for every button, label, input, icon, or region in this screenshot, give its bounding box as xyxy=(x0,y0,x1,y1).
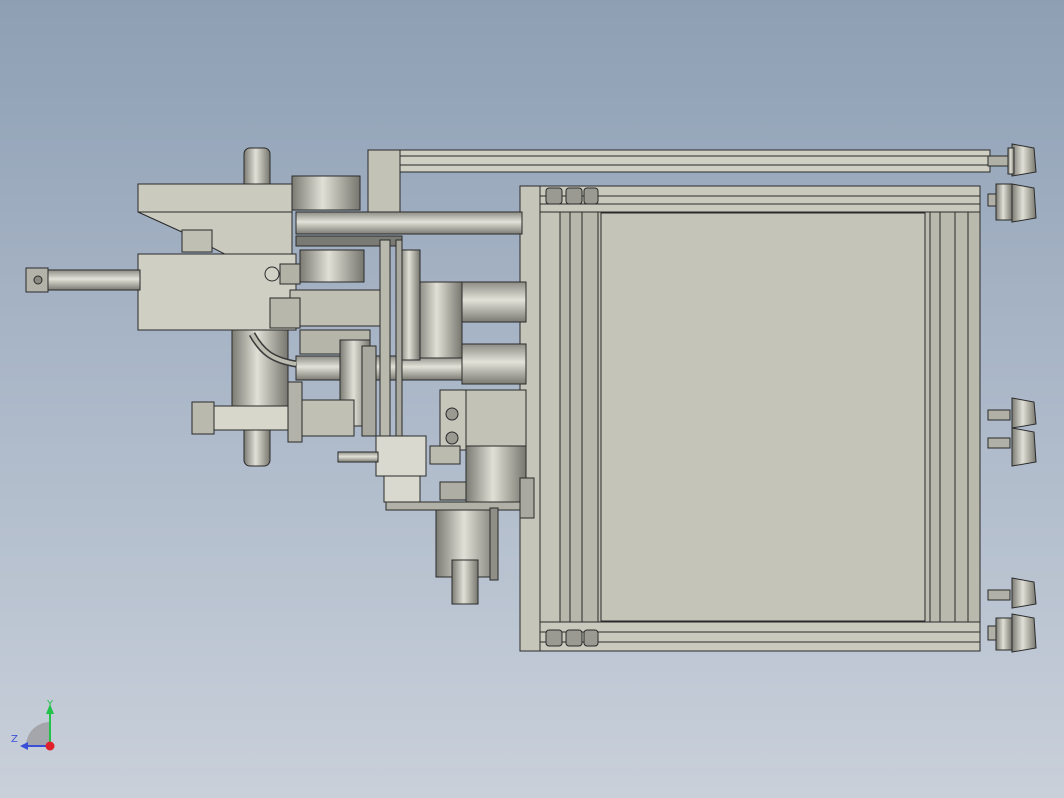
foot-6 xyxy=(987,613,1037,653)
frame-panel xyxy=(600,212,926,622)
foot-3 xyxy=(987,397,1037,429)
leveling-feet xyxy=(987,143,1037,653)
foot-2 xyxy=(987,183,1037,223)
origin-point xyxy=(45,741,55,751)
cylinder-b xyxy=(461,343,527,385)
frame-left-post-inner xyxy=(559,185,599,652)
valve-block-1 xyxy=(375,435,427,477)
cad-viewport[interactable]: Y Z xyxy=(0,0,1064,798)
rod-1 xyxy=(295,211,523,235)
cylinder-a xyxy=(461,281,527,323)
coordinate-triad xyxy=(20,704,55,751)
z-axis-label: Z xyxy=(11,734,18,745)
foot-4 xyxy=(987,427,1037,467)
small-cylinder xyxy=(337,451,379,463)
assembly-drawing[interactable] xyxy=(0,0,1064,798)
foot-1 xyxy=(987,143,1037,177)
frame-bottom-rail xyxy=(539,621,981,652)
motor-cap xyxy=(191,401,215,435)
frame-top-rail xyxy=(539,185,981,213)
upper-housing xyxy=(137,183,293,266)
motor-body xyxy=(213,405,295,431)
foot-5 xyxy=(987,577,1037,609)
left-mechanism xyxy=(25,147,535,605)
frame-left-post xyxy=(539,185,561,652)
upper-rail xyxy=(367,149,991,173)
y-axis-label: Y xyxy=(47,699,54,710)
valve-block-2 xyxy=(383,475,421,503)
